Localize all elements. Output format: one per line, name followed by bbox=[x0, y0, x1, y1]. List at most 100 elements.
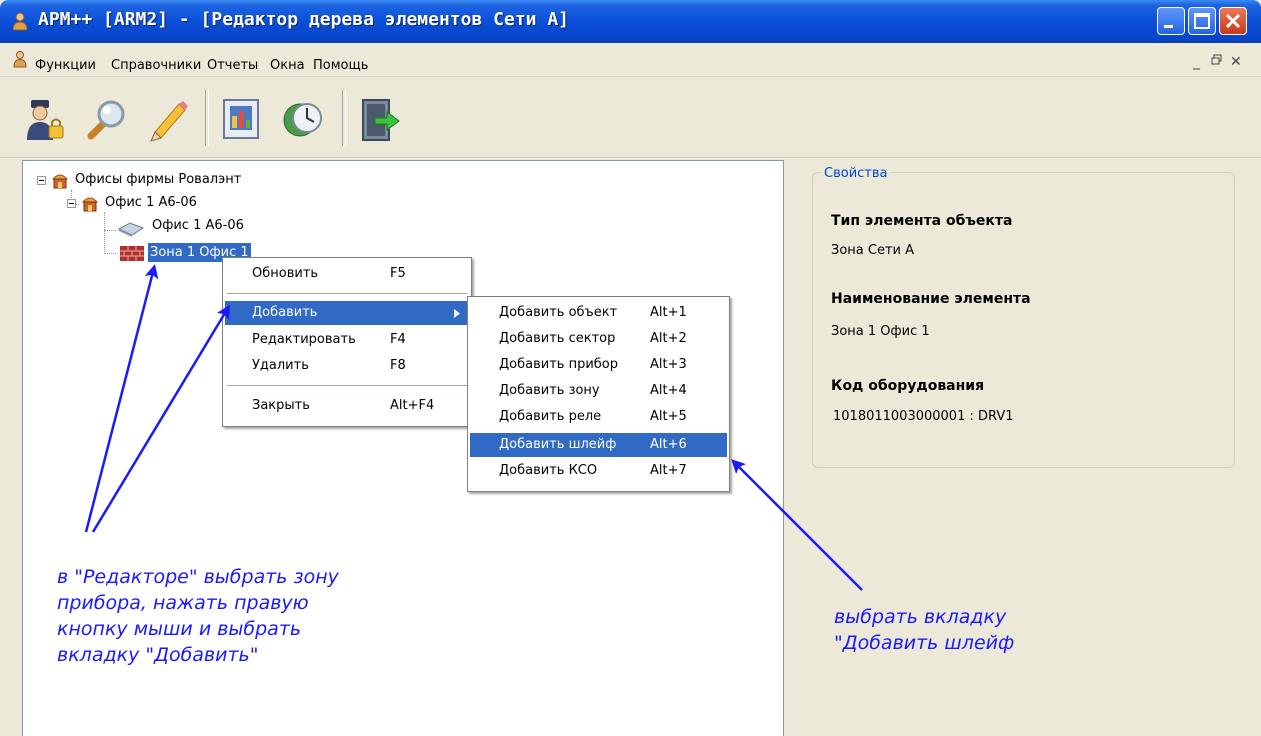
minimize-icon bbox=[1164, 25, 1173, 28]
user-lock-button[interactable] bbox=[22, 96, 68, 142]
ctx-edit[interactable]: Редактировать F4 bbox=[225, 328, 469, 352]
submenu-add-loop-label: Добавить шлейф bbox=[499, 437, 617, 452]
report-button[interactable] bbox=[219, 96, 265, 142]
close-button[interactable] bbox=[1219, 7, 1247, 35]
tree-connector bbox=[104, 230, 116, 231]
submenu-add-sector[interactable]: Добавить сектор Alt+2 bbox=[470, 327, 727, 351]
menu-help[interactable]: Помощь bbox=[313, 58, 368, 73]
exit-button[interactable] bbox=[357, 96, 403, 142]
building-icon bbox=[51, 174, 69, 189]
prop-code-label: Код оборудования bbox=[831, 378, 985, 394]
submenu-arrow-icon bbox=[454, 309, 460, 318]
submenu-add-object[interactable]: Добавить объект Alt+1 bbox=[470, 301, 727, 325]
ctx-delete-label: Удалить bbox=[252, 358, 309, 373]
report-icon bbox=[223, 99, 259, 139]
tree-node-device[interactable]: Офис 1 А6-06 bbox=[152, 218, 244, 233]
ctx-edit-label: Редактировать bbox=[252, 332, 356, 347]
clock-icon bbox=[283, 103, 322, 137]
toolbar-separator bbox=[342, 90, 346, 146]
minimize-button[interactable] bbox=[1157, 7, 1185, 35]
edit-button[interactable] bbox=[145, 96, 191, 142]
submenu-add-device-shortcut: Alt+3 bbox=[650, 357, 687, 372]
toolbar-separator bbox=[205, 90, 209, 146]
ctx-separator bbox=[227, 385, 467, 386]
submenu-add-loop-shortcut: Alt+6 bbox=[650, 437, 687, 452]
annotation-right-line: "Добавить шлейф bbox=[834, 632, 1015, 654]
ctx-add[interactable]: Добавить bbox=[225, 301, 469, 325]
app-window: АРМ++ [ARM2] - [Редактор дерева элементо… bbox=[0, 0, 1261, 736]
menu-references[interactable]: Справочники bbox=[111, 58, 201, 73]
submenu-add-relay[interactable]: Добавить реле Alt+5 bbox=[470, 405, 727, 429]
prop-type-value: Зона Сети А bbox=[831, 243, 915, 258]
submenu-add-relay-label: Добавить реле bbox=[499, 409, 602, 424]
annotation-left-line: вкладку "Добавить" bbox=[57, 644, 259, 666]
prop-type-label: Тип элемента объекта bbox=[831, 213, 1013, 229]
context-menu: Обновить F5 Добавить Редактировать F4 Уд… bbox=[222, 257, 472, 427]
maximize-icon bbox=[1194, 13, 1210, 29]
history-button[interactable] bbox=[280, 96, 326, 142]
tree-node-offices[interactable]: Офисы фирмы Ровалэнт bbox=[75, 172, 241, 187]
ctx-add-label: Добавить bbox=[252, 305, 318, 320]
zone-wall-icon bbox=[120, 246, 144, 261]
submenu-add-kso-shortcut: Alt+7 bbox=[650, 463, 687, 478]
annotation-right: выбрать вкладку "Добавить шлейф bbox=[834, 604, 1014, 656]
mdi-minimize-button[interactable]: _ bbox=[1193, 54, 1200, 70]
tree-expand-toggle[interactable] bbox=[37, 176, 46, 185]
user-lock-icon bbox=[27, 100, 64, 140]
maximize-button[interactable] bbox=[1188, 7, 1216, 35]
submenu-add-kso-label: Добавить КСО bbox=[499, 463, 598, 478]
menu-user-icon[interactable] bbox=[12, 50, 28, 68]
ctx-close-label: Закрыть bbox=[252, 398, 310, 413]
submenu-add-device-label: Добавить прибор bbox=[499, 357, 618, 372]
search-icon bbox=[87, 100, 125, 140]
menu-reports[interactable]: Отчеты bbox=[207, 58, 258, 73]
mdi-close-button[interactable]: ✕ bbox=[1230, 54, 1242, 70]
restore-icon bbox=[1211, 54, 1222, 65]
annotation-left-line: кнопку мыши и выбрать bbox=[57, 618, 302, 640]
submenu-add-object-shortcut: Alt+1 bbox=[650, 305, 687, 320]
submenu-add-loop[interactable]: Добавить шлейф Alt+6 bbox=[470, 433, 727, 457]
close-icon bbox=[1225, 13, 1241, 29]
ctx-refresh[interactable]: Обновить F5 bbox=[225, 262, 469, 286]
pencil-icon bbox=[150, 101, 188, 142]
properties-legend: Свойства bbox=[822, 166, 890, 181]
annotation-left: в "Редакторе" выбрать зону прибора, нажа… bbox=[57, 564, 339, 668]
submenu-add-sector-label: Добавить сектор bbox=[499, 331, 616, 346]
ctx-separator bbox=[227, 293, 467, 294]
menu-functions[interactable]: Функции bbox=[35, 58, 96, 73]
building-icon bbox=[81, 197, 99, 212]
submenu-add-zone[interactable]: Добавить зону Alt+4 bbox=[470, 379, 727, 403]
submenu-add-sector-shortcut: Alt+2 bbox=[650, 331, 687, 346]
tree-connector bbox=[104, 212, 105, 254]
ctx-refresh-label: Обновить bbox=[252, 266, 319, 281]
ctx-refresh-shortcut: F5 bbox=[390, 266, 406, 281]
prop-name-value: Зона 1 Офис 1 bbox=[831, 324, 930, 339]
submenu-add-relay-shortcut: Alt+5 bbox=[650, 409, 687, 424]
annotation-left-line: прибора, нажать правую bbox=[57, 592, 309, 614]
search-button[interactable] bbox=[83, 96, 129, 142]
menu-windows[interactable]: Окна bbox=[270, 58, 305, 73]
prop-name-label: Наименование элемента bbox=[831, 291, 1031, 307]
annotation-left-line: в "Редакторе" выбрать зону bbox=[57, 566, 339, 588]
mdi-restore-button[interactable] bbox=[1211, 54, 1223, 70]
app-user-icon bbox=[12, 12, 28, 31]
ctx-close[interactable]: Закрыть Alt+F4 bbox=[225, 394, 469, 418]
submenu-add-zone-label: Добавить зону bbox=[499, 383, 600, 398]
ctx-close-shortcut: Alt+F4 bbox=[390, 398, 435, 413]
ctx-edit-shortcut: F4 bbox=[390, 332, 406, 347]
window-title: АРМ++ [ARM2] - [Редактор дерева элементо… bbox=[38, 9, 570, 30]
submenu-add-device[interactable]: Добавить прибор Alt+3 bbox=[470, 353, 727, 377]
submenu-add-kso[interactable]: Добавить КСО Alt+7 bbox=[470, 459, 727, 483]
ctx-delete[interactable]: Удалить F8 bbox=[225, 354, 469, 378]
add-submenu: Добавить объект Alt+1 Добавить сектор Al… bbox=[467, 296, 730, 492]
ctx-delete-shortcut: F8 bbox=[390, 358, 406, 373]
submenu-add-zone-shortcut: Alt+4 bbox=[650, 383, 687, 398]
title-bar[interactable]: АРМ++ [ARM2] - [Редактор дерева элементо… bbox=[0, 0, 1261, 43]
annotation-right-line: выбрать вкладку bbox=[834, 606, 1007, 628]
prop-code-value: 1018011003000001 : DRV1 bbox=[833, 409, 1014, 424]
tree-node-office-1[interactable]: Офис 1 А6-06 bbox=[105, 195, 197, 210]
device-icon bbox=[117, 222, 145, 237]
submenu-add-object-label: Добавить объект bbox=[499, 305, 618, 320]
exit-door-icon bbox=[362, 99, 400, 141]
tree-expand-toggle[interactable] bbox=[67, 199, 76, 208]
